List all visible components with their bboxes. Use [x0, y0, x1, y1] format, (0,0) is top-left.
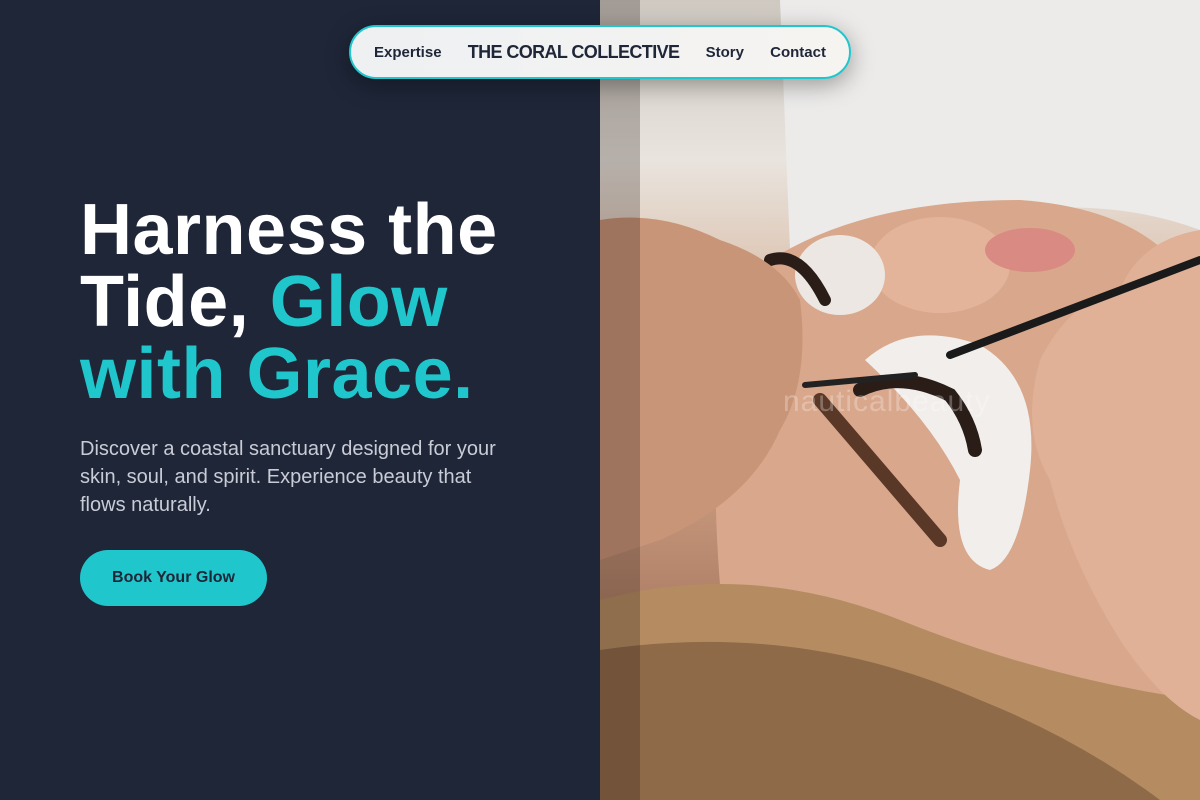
headline-line-1: Harness the: [80, 190, 498, 270]
nav-link-story[interactable]: Story: [706, 44, 744, 61]
top-navbar: Expertise THE CORAL COLLECTIVE Story Con…: [349, 25, 851, 79]
image-watermark: nauticalbeauty: [783, 385, 991, 418]
nav-link-expertise[interactable]: Expertise: [374, 44, 442, 61]
headline-line-2-accent: Glow: [269, 262, 448, 342]
book-your-glow-button[interactable]: Book Your Glow: [80, 550, 267, 606]
nav-link-contact[interactable]: Contact: [770, 44, 826, 61]
headline-line-2-plain: Tide,: [80, 262, 270, 342]
hero-photo: nauticalbeauty: [600, 0, 1200, 800]
hero-headline: Harness the Tide, Glow with Grace.: [80, 194, 560, 410]
hero-subtitle: Discover a coastal sanctuary designed fo…: [80, 438, 496, 516]
headline-line-3-accent: with Grace.: [80, 334, 474, 414]
brand-logo-text[interactable]: THE CORAL COLLECTIVE: [468, 42, 680, 63]
